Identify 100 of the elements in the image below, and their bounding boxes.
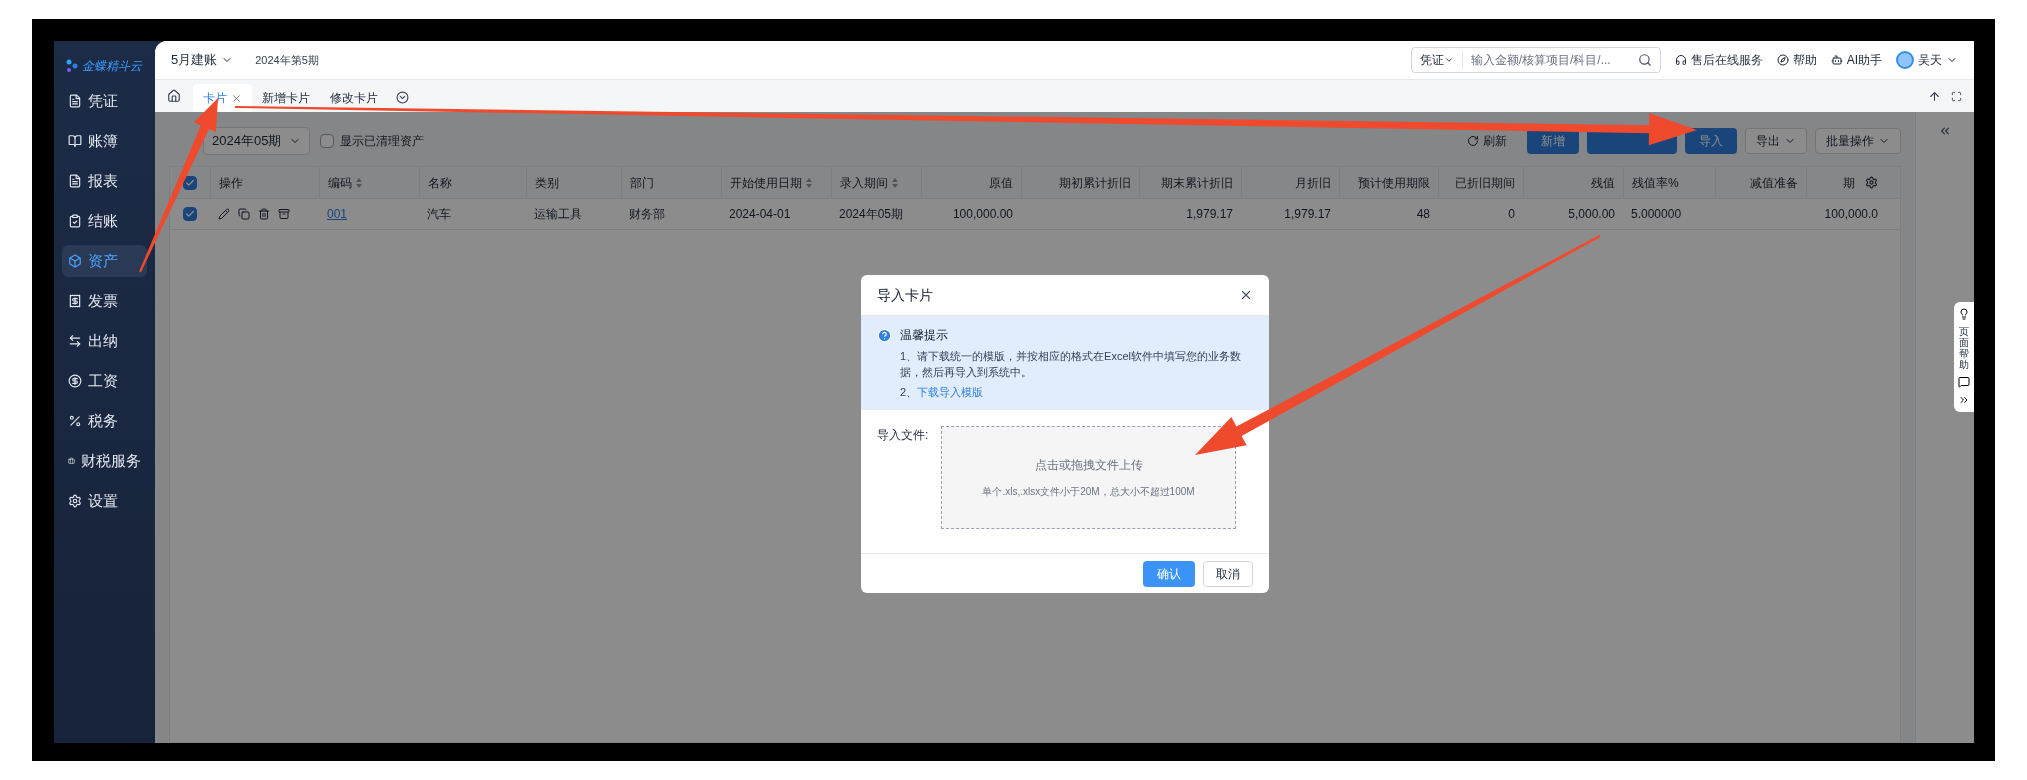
column-header: 部门 (630, 174, 654, 192)
column-header: 期 (1843, 174, 1855, 192)
fullscreen-icon[interactable] (1951, 91, 1962, 102)
edit-icon[interactable] (218, 208, 230, 220)
download-template-link[interactable]: 下载导入模版 (917, 384, 984, 400)
logo-text: 金蝶精斗云 (82, 58, 142, 75)
header-link[interactable]: 售后在线服务 (1674, 51, 1763, 69)
table-cell-text: 100,000.00 (952, 206, 1013, 223)
delete-icon[interactable] (258, 208, 270, 220)
checkbox[interactable] (183, 207, 197, 221)
check-icon (185, 209, 195, 219)
settings-icon[interactable] (1865, 176, 1878, 189)
column-header: 名称 (428, 174, 452, 192)
chevron-down-icon (1443, 55, 1454, 65)
column-header: 开始使用日期 (730, 174, 802, 192)
refresh-button[interactable]: 刷新 (1467, 132, 1507, 150)
table-cell-text: 财务部 (629, 206, 665, 223)
menu-icon (68, 94, 82, 108)
table-cell-text: 2024年05期 (839, 206, 904, 223)
column-header: 月折旧 (1295, 174, 1331, 192)
sidebar-item[interactable]: 设置 (62, 485, 147, 517)
sidebar-item[interactable]: 出纳 (62, 325, 147, 357)
tip-title: 温馨提示 (900, 327, 948, 344)
bulb-icon[interactable] (1958, 308, 1970, 320)
column-header: 录入期间 (840, 174, 888, 192)
header-link[interactable]: AI助手 (1830, 51, 1882, 69)
sidebar-item[interactable]: 税务 (62, 405, 147, 437)
table-cell-text: 运输工具 (534, 206, 582, 223)
upload-hint: 单个.xls,.xlsx文件小于20M，总大小不超过100M (982, 485, 1195, 499)
column-header: 编码 (328, 174, 352, 192)
column-header: 类别 (535, 174, 559, 192)
menu-icon (68, 414, 82, 428)
table-cell-text: 1,979.17 (1284, 206, 1331, 223)
help-text[interactable]: 页面帮助 (1959, 326, 1969, 370)
page-tab[interactable]: 卡片 (193, 84, 252, 112)
menu-icon (68, 494, 82, 508)
sidebar-item[interactable]: 资产 (62, 245, 147, 277)
expand-icon[interactable] (1958, 394, 1970, 406)
menu-icon (68, 294, 82, 308)
field-label: 导入文件: (877, 427, 930, 444)
sidebar-item[interactable]: 结账 (62, 205, 147, 237)
close-icon[interactable] (231, 92, 242, 104)
collapse-icon[interactable] (1938, 124, 1952, 138)
period-select[interactable]: 2024年05期 (203, 127, 311, 155)
search-field[interactable]: 凭证 输入金额/核算项目/科目/... (1410, 47, 1661, 73)
help-icon (877, 327, 892, 343)
menu-icon (68, 334, 82, 348)
upload-area[interactable]: 点击或拖拽文件上传 单个.xls,.xlsx文件小于20M，总大小不超过100M (941, 426, 1236, 529)
dialog-title: 导入卡片 (877, 285, 933, 305)
user-menu[interactable]: 吴天 (1918, 51, 1958, 69)
tip-number: 2、 (900, 385, 918, 400)
menu-icon (68, 374, 82, 388)
search-icon[interactable] (1637, 53, 1652, 67)
table-cell-text: 5.000000 (1631, 206, 1682, 223)
column-header: 残值率% (1632, 174, 1679, 192)
home-icon[interactable] (167, 89, 181, 103)
tip-text: 1、请下载统一的模版，并按相应的格式在Excel软件中填写您的业务数据，然后再导入到系统中。 (899, 349, 1243, 380)
menu-icon (68, 174, 82, 188)
table-cell-text: 100,000.0 (1824, 206, 1878, 223)
dropdown-button[interactable]: 导出 (1745, 128, 1807, 154)
sidebar-item[interactable]: 账簿 (62, 125, 147, 157)
checkbox-label: 显示已清理资产 (340, 133, 425, 150)
column-header: 期末累计折旧 (1161, 174, 1233, 192)
archive-icon[interactable] (278, 208, 290, 220)
avatar[interactable] (1896, 51, 1914, 69)
sidebar-item[interactable]: 工资 (62, 365, 147, 397)
table-cell-text: 0 (1508, 206, 1515, 223)
up-arrow-icon[interactable] (1928, 90, 1941, 103)
sidebar-item[interactable]: 发票 (62, 285, 147, 317)
compass-icon (1776, 54, 1789, 66)
account-select[interactable]: 5月建账 (171, 50, 234, 70)
sidebar-item[interactable]: 报表 (62, 165, 147, 197)
close-icon[interactable] (1239, 288, 1253, 302)
search-type-select[interactable]: 凭证 (1419, 51, 1463, 69)
table-cell-text: 汽车 (427, 206, 451, 223)
table-cell-text: 2024-04-01 (729, 206, 791, 223)
header-link[interactable]: 帮助 (1776, 51, 1817, 69)
page-tab[interactable]: 修改卡片 (320, 84, 388, 112)
column-header: 原值 (989, 174, 1013, 192)
more-tabs-icon[interactable] (396, 91, 409, 104)
cancel-button[interactable]: 取消 (1203, 560, 1253, 587)
sidebar-item[interactable]: 凭证 (62, 85, 147, 117)
column-header: 减值准备 (1750, 174, 1798, 192)
column-header: 残值 (1591, 174, 1615, 192)
page-tab[interactable]: 新增卡片 (252, 84, 320, 112)
message-icon[interactable] (1958, 376, 1970, 388)
sidebar-item[interactable]: 财税服务 (62, 445, 147, 477)
column-header: 期初累计折旧 (1059, 174, 1131, 192)
refresh-icon (1467, 135, 1479, 147)
period-label: 2024年第5期 (255, 52, 319, 68)
checkbox[interactable] (320, 134, 335, 148)
copy-icon[interactable] (238, 208, 250, 220)
logo-icon (66, 59, 78, 73)
column-header: 预计使用期限 (1358, 174, 1430, 192)
table-cell-text: 48 (1416, 206, 1430, 223)
table-cell-text: 1,979.17 (1186, 206, 1233, 223)
dropdown-button[interactable]: 批量操作 (1815, 128, 1901, 154)
menu-icon (68, 214, 82, 228)
robot-icon (1830, 54, 1843, 66)
table-cell-text: 5,000.00 (1568, 206, 1615, 223)
